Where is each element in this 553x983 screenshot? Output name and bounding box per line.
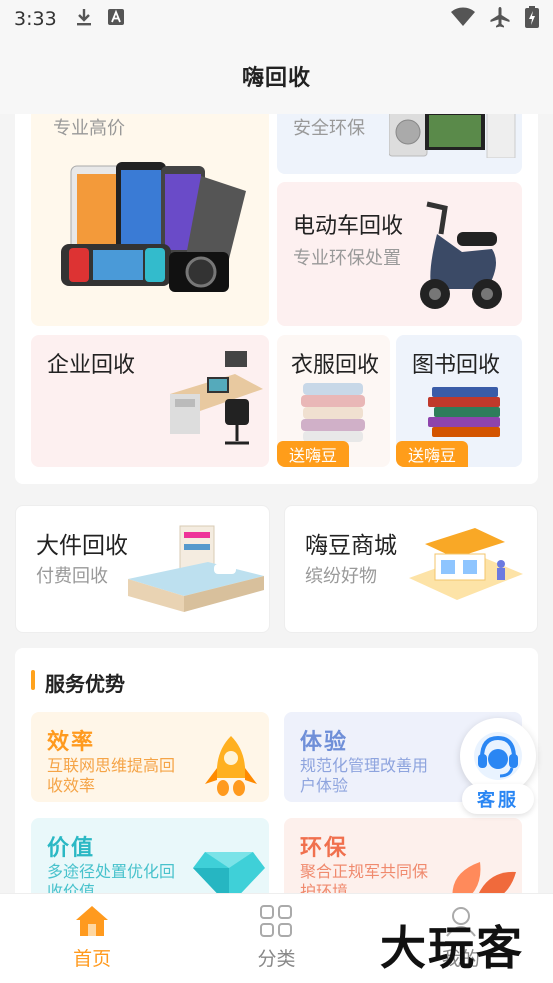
enterprise-recycle-title: 企业回收	[47, 353, 136, 378]
status-time: 3:33	[14, 8, 57, 30]
airplane-icon	[489, 6, 511, 32]
font-icon	[107, 8, 125, 30]
advantage-value: 价值 多途径处置优化回收价值	[31, 818, 269, 893]
ebike-recycle-title: 电动车回收	[293, 214, 404, 239]
mall-subtitle: 缤纷好物	[305, 566, 377, 587]
page-title: 嗨回收	[241, 66, 311, 91]
electronics-illustration	[61, 162, 246, 292]
enterprise-recycle-tile[interactable]: 企业回收	[31, 335, 269, 467]
advantage-efficiency: 效率 互联网思维提高回收效率	[31, 712, 269, 802]
bulky-recycle-title: 大件回收	[36, 533, 128, 559]
clothes-recycle-title: 衣服回收	[291, 353, 380, 378]
tab-category[interactable]: 分类	[184, 894, 368, 983]
appliance-recycle-subtitle: 安全环保	[293, 118, 365, 139]
grid-icon	[260, 905, 293, 937]
scooter-illustration	[420, 201, 502, 309]
advantage-experience-desc: 规范化管理改善用户体验	[300, 756, 429, 795]
customer-service-button[interactable]: 客服	[458, 718, 538, 814]
bulky-recycle-subtitle: 付费回收	[36, 566, 108, 587]
home-icon	[76, 906, 109, 936]
books-recycle-tile[interactable]: 图书回收 送嗨豆	[396, 335, 522, 467]
customer-service-label: 客服	[477, 790, 519, 811]
books-bonus-tag: 送嗨豆	[396, 441, 469, 467]
advantages-section-title: 服务优势	[31, 668, 125, 697]
clothes-stack-illustration	[301, 383, 365, 442]
customer-service-label-pill: 客服	[462, 784, 534, 814]
tab-home-label: 首页	[73, 948, 112, 970]
advantage-environment-title: 环保	[300, 836, 349, 861]
recycle-categories-card: 专业高价 安全环保 电动车回收 专业环保处置 企业回收 衣服回收 送嗨豆 图书回…	[15, 114, 538, 484]
advantage-efficiency-desc: 互联网思维提高回收效率	[47, 756, 176, 795]
shop-illustration	[409, 528, 523, 600]
appliance-illustration	[389, 114, 516, 158]
appliance-recycle-tile[interactable]: 安全环保	[277, 114, 522, 174]
ebike-recycle-subtitle: 专业环保处置	[293, 248, 401, 269]
app-header: 嗨回收	[0, 38, 553, 114]
wifi-icon	[451, 7, 475, 31]
advantage-efficiency-title: 效率	[47, 730, 96, 755]
advantage-environment: 环保 聚合正规军共同保护环境	[284, 818, 522, 893]
bed-illustration	[128, 525, 264, 612]
customer-service-avatar	[460, 718, 536, 794]
bulky-recycle-card[interactable]: 大件回收 付费回收	[15, 505, 270, 633]
clothes-bonus-tag: 送嗨豆	[277, 441, 350, 467]
mall-title: 嗨豆商城	[305, 533, 397, 559]
advantage-experience-title: 体验	[300, 730, 349, 755]
battery-icon	[525, 6, 539, 32]
tab-home[interactable]: 首页	[0, 894, 184, 983]
diamond-icon	[193, 852, 265, 893]
advantage-value-title: 价值	[47, 836, 96, 861]
books-recycle-title: 图书回收	[412, 353, 501, 378]
clothes-recycle-tile[interactable]: 衣服回收 送嗨豆	[277, 335, 390, 467]
phone-recycle-tile[interactable]: 专业高价	[31, 114, 269, 326]
site-watermark: 大玩客	[380, 921, 524, 975]
mall-card[interactable]: 嗨豆商城 缤纷好物	[284, 505, 538, 633]
rocket-icon	[205, 736, 257, 796]
book-stack-illustration	[428, 387, 500, 437]
advantage-value-desc: 多途径处置优化回收价值	[47, 862, 176, 893]
phone-recycle-subtitle: 专业高价	[53, 118, 125, 139]
download-icon	[75, 7, 93, 31]
tab-category-label: 分类	[257, 948, 296, 970]
leaf-icon	[452, 862, 516, 893]
status-bar: 3:33	[0, 0, 553, 38]
office-desk-illustration	[170, 351, 263, 445]
headset-icon	[474, 732, 522, 780]
ebike-recycle-tile[interactable]: 电动车回收 专业环保处置	[277, 182, 522, 326]
advantage-environment-desc: 聚合正规军共同保护环境	[300, 862, 429, 893]
